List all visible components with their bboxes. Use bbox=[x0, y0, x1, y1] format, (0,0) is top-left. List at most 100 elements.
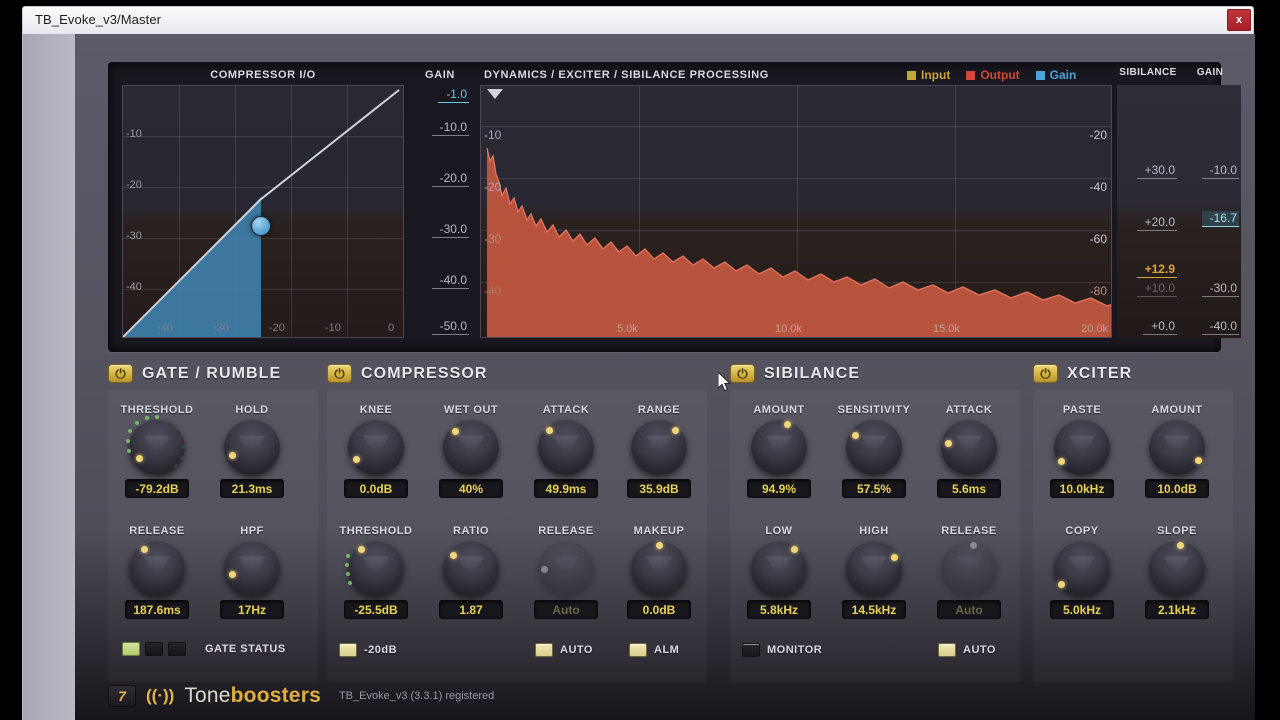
comp-x-tick-0: -40 bbox=[157, 322, 173, 334]
knob-gate-release[interactable] bbox=[129, 540, 185, 596]
value-gate-release[interactable]: 187.6ms bbox=[125, 600, 189, 619]
legend-item-output[interactable]: Output bbox=[966, 68, 1020, 82]
knob-comp-threshold[interactable] bbox=[345, 538, 404, 596]
control-comp-attack[interactable]: ATTACK 49.9ms bbox=[525, 404, 607, 498]
knob-indicator-sib-sensitivity bbox=[852, 432, 859, 439]
knob-sib-high[interactable] bbox=[846, 540, 902, 596]
control-gate-hpf[interactable]: HPF 17Hz bbox=[211, 525, 293, 619]
knob-comp-attack[interactable] bbox=[538, 419, 594, 475]
control-comp-ratio[interactable]: RATIO 1.87 bbox=[430, 525, 512, 619]
knob-xc-amount[interactable] bbox=[1149, 419, 1205, 475]
knob-sib-sensitivity[interactable] bbox=[846, 419, 902, 475]
spectrum-display[interactable]: -10 -20 -30 -40 -20 -40 -60 -80 5.0k 10.… bbox=[480, 85, 1112, 338]
control-sib-amount[interactable]: AMOUNT 94.9% bbox=[738, 404, 820, 498]
knob-xc-slope[interactable] bbox=[1149, 540, 1205, 596]
control-xc-slope[interactable]: SLOPE 2.1kHz bbox=[1136, 525, 1218, 619]
xciter-header: ⏻ XCITER bbox=[1033, 364, 1132, 383]
knob-comp-wetout[interactable] bbox=[443, 419, 499, 475]
value-comp-wetout[interactable]: 40% bbox=[439, 479, 503, 498]
checkbox-comp-alm[interactable]: ALM bbox=[629, 643, 679, 657]
compressor-io-graph[interactable]: -10 -20 -30 -40 -40 -30 -20 -10 0 bbox=[122, 85, 404, 338]
knob-comp-ratio[interactable] bbox=[443, 540, 499, 596]
control-comp-range[interactable]: RANGE 35.9dB bbox=[618, 404, 700, 498]
close-icon[interactable]: x bbox=[1227, 9, 1251, 31]
value-sib-amount[interactable]: 94.9% bbox=[747, 479, 811, 498]
brand-name-part-b: boosters bbox=[230, 684, 321, 707]
control-sib-attack[interactable]: ATTACK 5.6ms bbox=[928, 404, 1010, 498]
control-xc-copy[interactable]: COPY 5.0kHz bbox=[1041, 525, 1123, 619]
value-comp-knee[interactable]: 0.0dB bbox=[344, 479, 408, 498]
control-comp-knee[interactable]: KNEE 0.0dB bbox=[335, 404, 417, 498]
control-sib-high[interactable]: HIGH 14.5kHz bbox=[833, 525, 915, 619]
label-xc-amount: AMOUNT bbox=[1151, 404, 1203, 416]
control-comp-release[interactable]: RELEASE Auto bbox=[525, 525, 607, 619]
value-sib-release[interactable]: Auto bbox=[937, 600, 1001, 619]
value-sib-attack[interactable]: 5.6ms bbox=[937, 479, 1001, 498]
knob-gate-threshold[interactable] bbox=[126, 415, 186, 475]
control-sib-low[interactable]: LOW 5.8kHz bbox=[738, 525, 820, 619]
legend-item-input[interactable]: Input bbox=[907, 68, 950, 82]
knob-gate-hpf[interactable] bbox=[224, 540, 280, 596]
knob-indicator-xc-slope bbox=[1177, 542, 1184, 549]
sib-tick-4: +0.0 bbox=[1143, 319, 1177, 335]
knob-gate-hold[interactable] bbox=[224, 419, 280, 475]
checkbox-sib-monitor[interactable]: MONITOR bbox=[742, 643, 822, 657]
value-comp-ratio[interactable]: 1.87 bbox=[439, 600, 503, 619]
value-gate-hpf[interactable]: 17Hz bbox=[220, 600, 284, 619]
value-sib-sensitivity[interactable]: 57.5% bbox=[842, 479, 906, 498]
gate-led-1[interactable] bbox=[122, 642, 140, 656]
knob-comp-range[interactable] bbox=[631, 419, 687, 475]
knob-xc-copy[interactable] bbox=[1054, 540, 1110, 596]
window-titlebar: TB_Evoke_v3/Master x bbox=[22, 6, 1254, 34]
checkbox-comp-minus20db[interactable]: -20dB bbox=[339, 643, 397, 657]
control-gate-hold[interactable]: HOLD 21.3ms bbox=[211, 404, 293, 498]
control-sib-release[interactable]: RELEASE Auto bbox=[928, 525, 1010, 619]
knob-sib-release[interactable] bbox=[941, 540, 997, 596]
value-comp-attack[interactable]: 49.9ms bbox=[534, 479, 598, 498]
knob-xc-paste[interactable] bbox=[1054, 419, 1110, 475]
knob-sib-attack[interactable] bbox=[941, 419, 997, 475]
value-xc-paste[interactable]: 10.0kHz bbox=[1050, 479, 1114, 498]
sibilance-power-button[interactable]: ⏻ bbox=[730, 364, 755, 383]
value-gate-threshold[interactable]: -79.2dB bbox=[125, 479, 189, 498]
gate-led-3[interactable] bbox=[168, 642, 186, 656]
value-comp-makeup[interactable]: 0.0dB bbox=[627, 600, 691, 619]
knob-sib-low[interactable] bbox=[751, 540, 807, 596]
value-comp-range[interactable]: 35.9dB bbox=[627, 479, 691, 498]
footer-branding: 7 ((·)) Toneboosters TB_Evoke_v3 (3.3.1)… bbox=[108, 684, 494, 708]
control-gate-release[interactable]: RELEASE 187.6ms bbox=[116, 525, 198, 619]
value-gate-hold[interactable]: 21.3ms bbox=[220, 479, 284, 498]
control-xc-paste[interactable]: PASTE 10.0kHz bbox=[1041, 404, 1123, 498]
value-sib-low[interactable]: 5.8kHz bbox=[747, 600, 811, 619]
value-comp-threshold[interactable]: -25.5dB bbox=[344, 600, 408, 619]
label-xc-slope: SLOPE bbox=[1157, 525, 1197, 537]
control-comp-threshold[interactable]: THRESHOLD -25.5dB bbox=[335, 525, 417, 619]
value-xc-slope[interactable]: 2.1kHz bbox=[1145, 600, 1209, 619]
control-xc-amount[interactable]: AMOUNT 10.0dB bbox=[1136, 404, 1218, 498]
gate-led-2[interactable] bbox=[145, 642, 163, 656]
xciter-power-button[interactable]: ⏻ bbox=[1033, 364, 1058, 383]
value-sib-high[interactable]: 14.5kHz bbox=[842, 600, 906, 619]
knob-comp-release[interactable] bbox=[538, 540, 594, 596]
toneboosters-logo-icon[interactable]: 7 bbox=[108, 685, 136, 707]
compressor-power-button[interactable]: ⏻ bbox=[327, 364, 352, 383]
legend-label-input: Input bbox=[921, 68, 951, 82]
compressor-title: COMPRESSOR bbox=[361, 364, 488, 382]
sibilance-header: ⏻ SIBILANCE bbox=[730, 364, 860, 383]
knob-sib-amount[interactable] bbox=[751, 419, 807, 475]
control-comp-makeup[interactable]: MAKEUP 0.0dB bbox=[618, 525, 700, 619]
value-xc-amount[interactable]: 10.0dB bbox=[1145, 479, 1209, 498]
value-xc-copy[interactable]: 5.0kHz bbox=[1050, 600, 1114, 619]
compressor-knee-handle[interactable] bbox=[251, 216, 271, 236]
control-comp-wetout[interactable]: WET OUT 40% bbox=[430, 404, 512, 498]
control-gate-threshold[interactable]: THRESHOLD -79.2dB bbox=[116, 404, 198, 498]
value-comp-release[interactable]: Auto bbox=[534, 600, 598, 619]
checkbox-sib-auto[interactable]: AUTO bbox=[938, 643, 996, 657]
knob-comp-knee[interactable] bbox=[348, 419, 404, 475]
control-sib-sensitivity[interactable]: SENSITIVITY 57.5% bbox=[833, 404, 915, 498]
legend-item-gain[interactable]: Gain bbox=[1035, 68, 1076, 82]
checkbox-comp-auto[interactable]: AUTO bbox=[535, 643, 593, 657]
legend-swatch-gain bbox=[1035, 70, 1045, 80]
knob-comp-makeup[interactable] bbox=[631, 540, 687, 596]
gate-power-button[interactable]: ⏻ bbox=[108, 364, 133, 383]
